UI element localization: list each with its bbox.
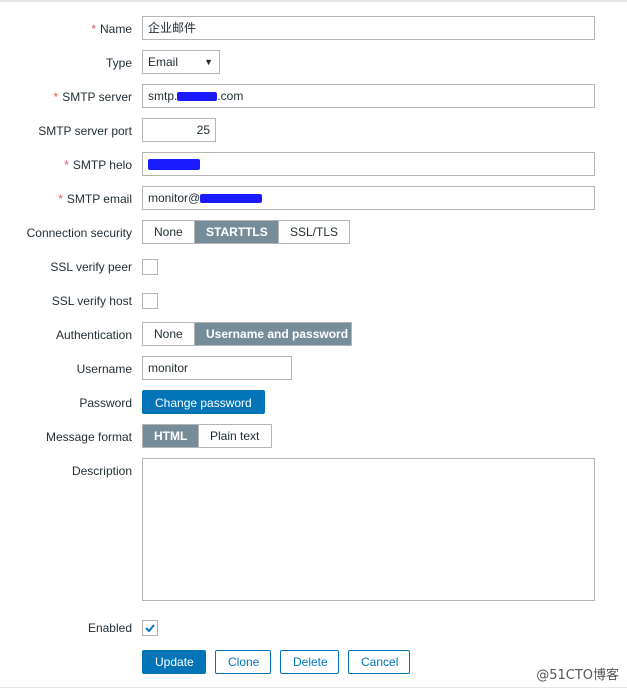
required-mark: * xyxy=(64,158,69,172)
username-input[interactable]: monitor xyxy=(142,356,292,380)
enabled-label: Enabled xyxy=(87,621,132,635)
ssl-verify-host-row: SSL verify host xyxy=(0,288,627,314)
type-row: Type Email ▼ xyxy=(0,50,627,76)
cancel-button[interactable]: Cancel xyxy=(348,650,410,674)
connection-security-toggle: None STARTTLS SSL/TLS xyxy=(142,220,350,244)
connection-security-option-ssl-tls[interactable]: SSL/TLS xyxy=(279,221,349,243)
change-password-button[interactable]: Change password xyxy=(142,390,265,414)
smtp-server-row: * SMTP server smtp. .com xyxy=(0,84,627,110)
message-format-toggle: HTML Plain text xyxy=(142,424,272,448)
form-actions: Update Clone Delete Cancel xyxy=(0,650,627,674)
chevron-down-icon: ▼ xyxy=(204,57,213,67)
authentication-option-none[interactable]: None xyxy=(143,323,195,345)
enabled-row: Enabled xyxy=(0,615,627,641)
smtp-server-value-prefix: smtp. xyxy=(148,89,178,103)
description-textarea[interactable] xyxy=(142,458,595,601)
smtp-port-input[interactable]: 25 xyxy=(142,118,216,142)
name-input[interactable]: 企业邮件 xyxy=(142,16,595,40)
smtp-email-input[interactable]: monitor@ xyxy=(142,186,595,210)
connection-security-row: Connection security None STARTTLS SSL/TL… xyxy=(0,220,627,246)
required-mark: * xyxy=(58,192,63,206)
smtp-helo-label: * SMTP helo xyxy=(64,158,132,172)
check-icon xyxy=(145,624,155,633)
ssl-verify-peer-label: SSL verify peer xyxy=(50,260,132,274)
bottom-divider xyxy=(0,687,627,688)
password-row: Password Change password xyxy=(0,390,627,416)
message-format-row: Message format HTML Plain text xyxy=(0,424,627,450)
connection-security-label: Connection security xyxy=(26,226,132,240)
name-label: * Name xyxy=(91,22,132,36)
ssl-verify-host-checkbox[interactable] xyxy=(142,293,158,309)
ssl-verify-peer-row: SSL verify peer xyxy=(0,254,627,280)
authentication-option-username-password[interactable]: Username and password xyxy=(195,323,351,345)
smtp-server-input[interactable]: smtp. .com xyxy=(142,84,595,108)
delete-button[interactable]: Delete xyxy=(280,650,339,674)
message-format-option-html[interactable]: HTML xyxy=(143,425,199,447)
redaction-mark xyxy=(200,194,263,204)
smtp-email-value-prefix: monitor@ xyxy=(148,191,201,205)
smtp-helo-row: * SMTP helo xyxy=(0,152,627,178)
smtp-email-row: * SMTP email monitor@ xyxy=(0,186,627,212)
type-label: Type xyxy=(105,56,132,70)
required-mark: * xyxy=(91,22,96,36)
name-row: * Name 企业邮件 xyxy=(0,16,627,42)
authentication-label: Authentication xyxy=(55,328,132,342)
smtp-port-label: SMTP server port xyxy=(38,124,132,138)
smtp-helo-input[interactable] xyxy=(142,152,595,176)
redaction-mark xyxy=(148,159,200,171)
type-select-value: Email xyxy=(148,55,179,69)
authentication-toggle: None Username and password xyxy=(142,322,352,346)
smtp-server-value-suffix: .com xyxy=(217,89,244,103)
smtp-email-label: * SMTP email xyxy=(58,192,132,206)
redaction-mark xyxy=(177,92,218,102)
smtp-port-row: SMTP server port 25 xyxy=(0,118,627,144)
watermark: @51CTO博客 xyxy=(536,668,619,683)
required-mark: * xyxy=(53,90,59,104)
enabled-checkbox[interactable] xyxy=(142,620,158,636)
clone-button[interactable]: Clone xyxy=(215,650,271,674)
ssl-verify-host-label: SSL verify host xyxy=(51,294,132,308)
message-format-option-plain-text[interactable]: Plain text xyxy=(199,425,271,447)
connection-security-option-none[interactable]: None xyxy=(143,221,195,243)
ssl-verify-peer-checkbox[interactable] xyxy=(142,259,158,275)
connection-security-option-starttls[interactable]: STARTTLS xyxy=(195,221,279,243)
password-label: Password xyxy=(79,396,132,410)
description-label: Description xyxy=(71,464,132,478)
type-select[interactable]: Email ▼ xyxy=(142,50,220,74)
authentication-row: Authentication None Username and passwor… xyxy=(0,322,627,348)
update-button[interactable]: Update xyxy=(142,650,206,674)
description-row: Description xyxy=(0,458,627,601)
smtp-server-label: * SMTP server xyxy=(53,90,132,104)
top-divider xyxy=(0,0,627,2)
username-label: Username xyxy=(76,362,132,376)
message-format-label: Message format xyxy=(45,430,132,444)
username-row: Username monitor xyxy=(0,356,627,382)
